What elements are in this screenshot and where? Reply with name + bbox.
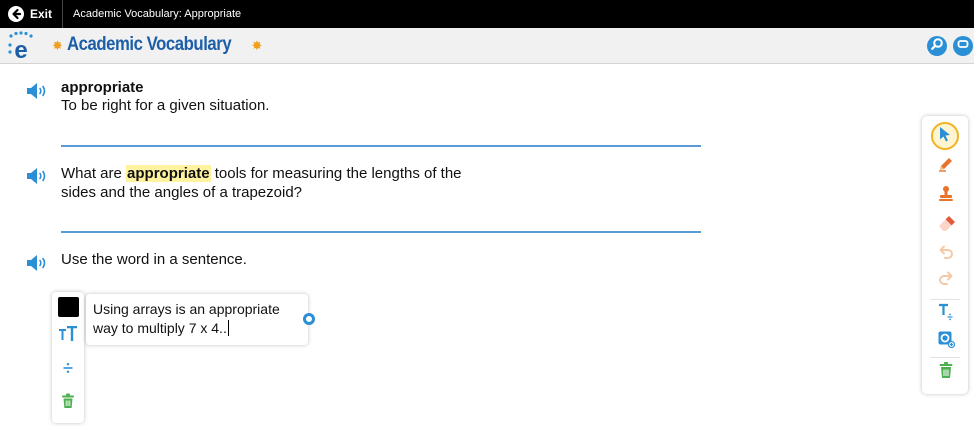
question-start: What are bbox=[61, 165, 127, 182]
text-size-button[interactable] bbox=[57, 325, 79, 347]
text-tool[interactable] bbox=[934, 302, 958, 326]
speaker-icon bbox=[26, 168, 50, 190]
sentence-textbox[interactable]: Using arrays is an appropriate way to mu… bbox=[86, 294, 308, 345]
question-text: What are appropriate tools for measuring… bbox=[61, 164, 481, 202]
sentence-text: Using arrays is an appropriate way to mu… bbox=[93, 301, 280, 336]
delete-text-button[interactable] bbox=[57, 392, 79, 414]
divider-2 bbox=[61, 231, 701, 233]
speaker-icon bbox=[26, 83, 50, 105]
speaker-word-button[interactable] bbox=[26, 81, 50, 101]
clear-tool[interactable] bbox=[934, 360, 958, 384]
stamp-icon bbox=[937, 185, 955, 208]
redo-icon bbox=[938, 271, 954, 290]
search-icon bbox=[930, 37, 944, 56]
vocabulary-word: appropriate bbox=[61, 79, 144, 96]
tool-palette bbox=[922, 116, 968, 394]
app-logo: e bbox=[7, 31, 35, 64]
speaker-icon bbox=[26, 255, 50, 277]
text-size-icon bbox=[58, 325, 78, 346]
star-right-icon: ✸ bbox=[251, 37, 263, 53]
highlighted-word: appropriate bbox=[126, 165, 211, 182]
undo-icon bbox=[938, 245, 954, 264]
pencil-icon bbox=[937, 155, 955, 178]
text-color-swatch[interactable] bbox=[58, 297, 79, 317]
pointer-icon bbox=[938, 126, 952, 147]
zoom-tool[interactable] bbox=[934, 329, 958, 353]
pencil-tool[interactable] bbox=[934, 154, 958, 178]
text-tool-icon bbox=[937, 303, 955, 326]
text-format-toolbar bbox=[52, 292, 84, 423]
stamp-tool[interactable] bbox=[934, 184, 958, 208]
star-left-icon: ✸ bbox=[52, 37, 63, 53]
app-title-wrap: ✸ Academic Vocabulary ✸ bbox=[52, 34, 262, 56]
top-bar: Exit Academic Vocabulary: Appropriate bbox=[0, 0, 974, 28]
divider-1 bbox=[61, 145, 701, 147]
speaker-prompt-button[interactable] bbox=[26, 253, 50, 273]
app-title: Academic Vocabulary bbox=[66, 34, 232, 55]
select-tool[interactable] bbox=[931, 122, 959, 150]
exit-button[interactable]: Exit bbox=[0, 0, 64, 28]
undo-button[interactable] bbox=[934, 242, 958, 266]
palette-separator bbox=[930, 357, 960, 358]
eraser-tool[interactable] bbox=[934, 214, 958, 238]
search-button[interactable] bbox=[927, 36, 947, 56]
word-definition: To be right for a given situation. bbox=[61, 97, 270, 114]
redo-button[interactable] bbox=[934, 268, 958, 292]
window-title: Academic Vocabulary: Appropriate bbox=[73, 8, 242, 20]
app-header: e ✸ Academic Vocabulary ✸ bbox=[0, 28, 974, 64]
sentence-prompt: Use the word in a sentence. bbox=[61, 251, 247, 268]
textbox-resize-handle[interactable] bbox=[303, 313, 315, 325]
trash-icon bbox=[61, 393, 75, 414]
eraser-icon bbox=[937, 215, 955, 238]
palette-separator bbox=[930, 299, 960, 300]
speaker-question-button[interactable] bbox=[26, 166, 50, 186]
trash-icon bbox=[938, 361, 954, 384]
divide-button[interactable] bbox=[57, 359, 79, 381]
divide-icon bbox=[62, 361, 74, 379]
text-cursor bbox=[227, 320, 229, 336]
logo-letter: e bbox=[14, 37, 27, 61]
exit-label: Exit bbox=[30, 7, 53, 21]
minimize-icon bbox=[956, 37, 970, 56]
back-arrow-icon bbox=[8, 6, 24, 22]
zoom-icon bbox=[937, 330, 956, 353]
minimize-button[interactable] bbox=[953, 36, 973, 56]
